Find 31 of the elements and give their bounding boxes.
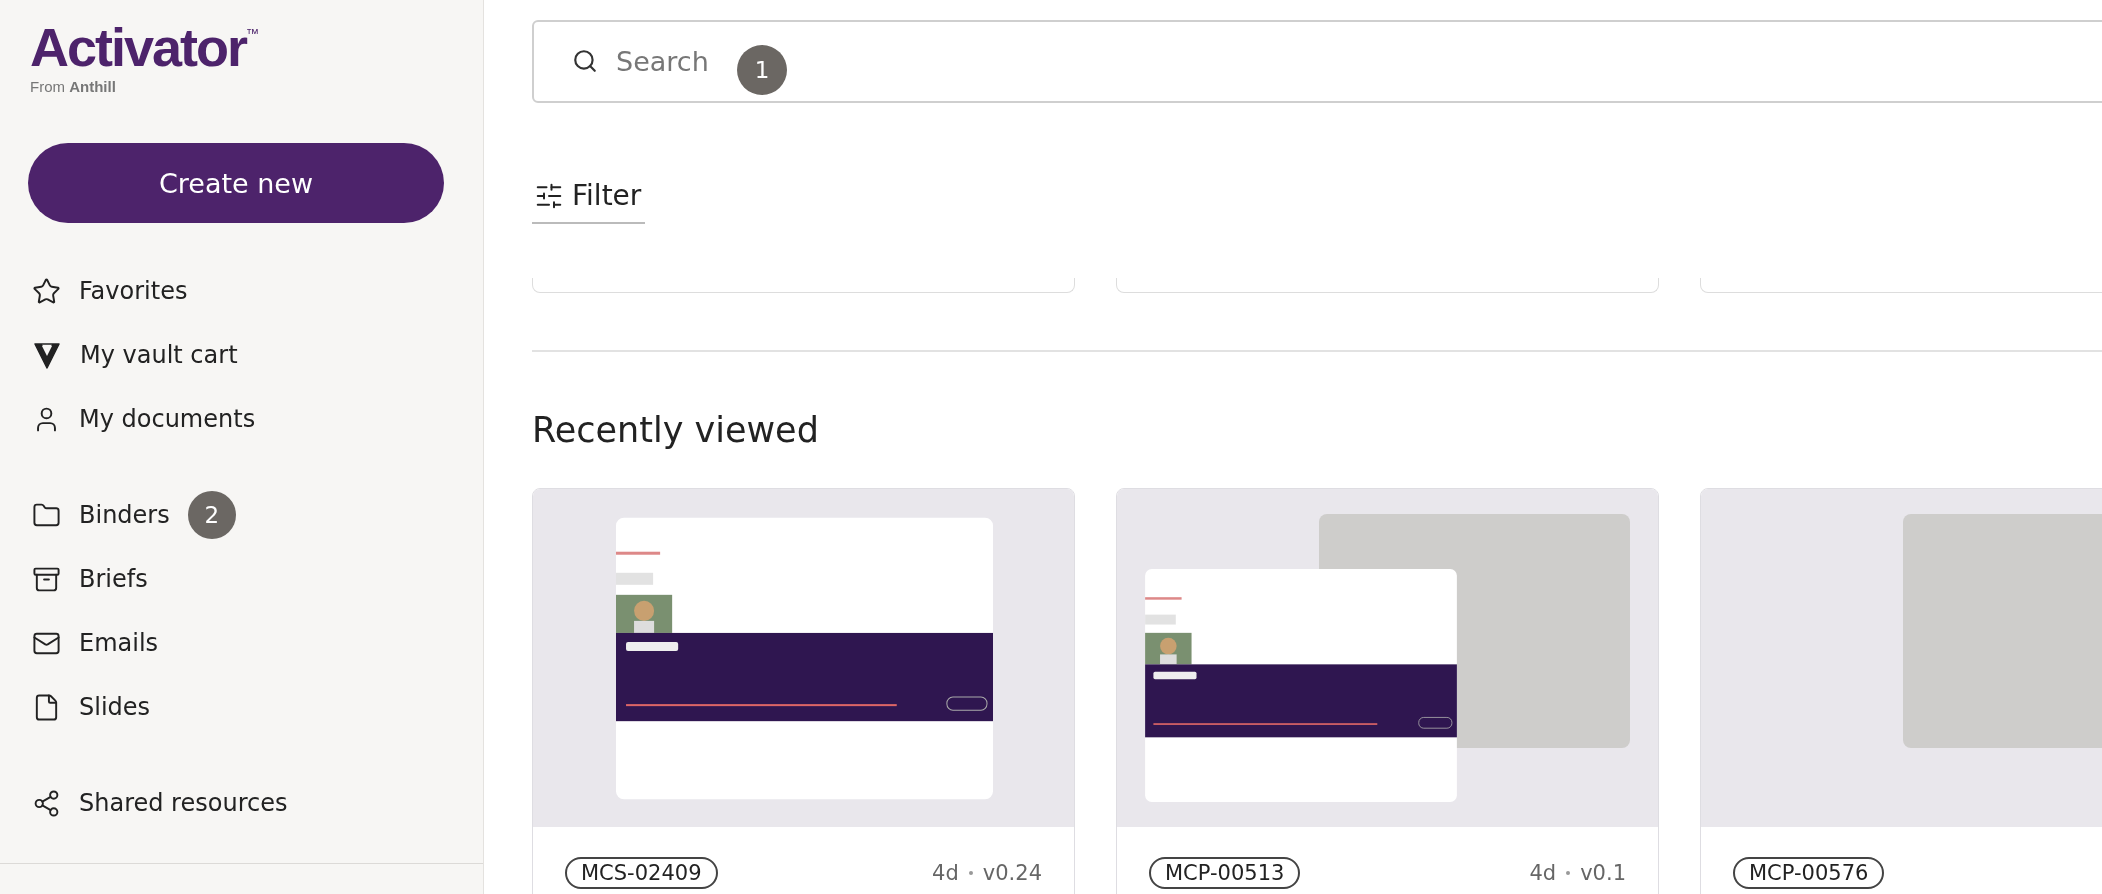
count-badge: 2 — [187, 491, 236, 539]
separator-dot — [968, 871, 973, 875]
document-version: v0.1 — [1580, 861, 1626, 885]
nav-item[interactable]: Favorites — [79, 277, 188, 305]
trademark-sign: ™ — [246, 26, 260, 41]
create-new-button[interactable]: Create new — [28, 143, 444, 223]
app-logo: Activator — [30, 20, 247, 74]
nav-item[interactable]: My documents — [79, 405, 256, 433]
document-card[interactable]: MCP-00576 — [1700, 488, 2102, 894]
document-card[interactable]: MCS-02409 4d v0.24 — [532, 488, 1075, 894]
document-age: 4d — [1529, 861, 1557, 885]
document-code: MCP-00576 — [1733, 857, 1885, 889]
filter-button[interactable]: Filter — [532, 179, 646, 224]
nav-item[interactable]: Emails — [79, 629, 159, 657]
logo-tagline: From Anthill — [30, 78, 117, 95]
nav-item[interactable]: Binders — [79, 501, 170, 529]
document-version: v0.24 — [982, 861, 1042, 885]
share-icon — [32, 788, 61, 818]
document-code: MCP-00513 — [1149, 857, 1301, 889]
star-icon — [32, 276, 61, 306]
search-icon — [572, 48, 598, 74]
document-age: 4d — [932, 861, 959, 885]
document-card[interactable]: MCP-00513 4d v0.1 — [1116, 488, 1659, 894]
document-code: MCS-02409 — [565, 857, 718, 889]
nav-item[interactable]: Shared resources — [79, 789, 288, 817]
nav-item[interactable]: Slides — [79, 693, 151, 721]
nav-item[interactable]: Briefs — [79, 565, 148, 593]
nav-item[interactable]: My vault cart — [80, 341, 238, 369]
v-logo-icon — [32, 340, 62, 370]
section-title: Recently viewed — [532, 410, 820, 450]
separator-dot — [1566, 871, 1571, 875]
